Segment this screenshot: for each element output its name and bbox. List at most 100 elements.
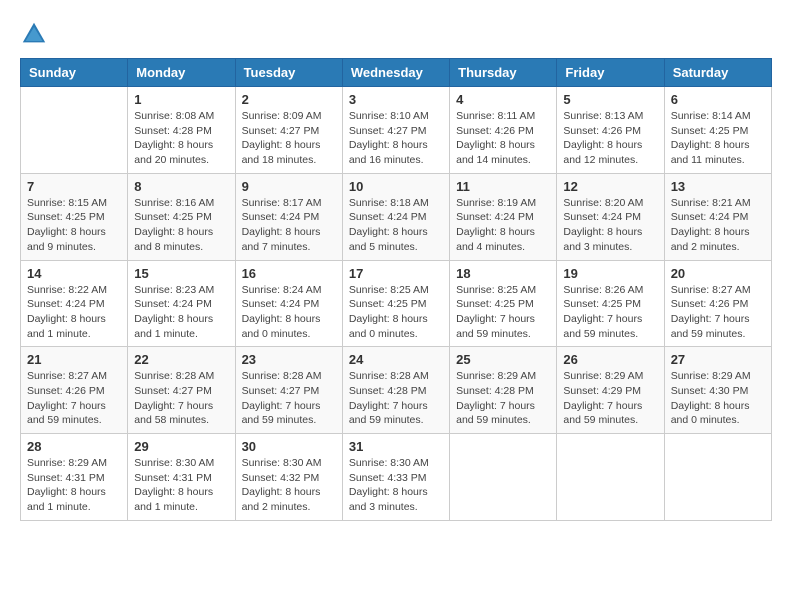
calendar-cell: 6 Sunrise: 8:14 AMSunset: 4:25 PMDaylight… bbox=[664, 87, 771, 174]
weekday-header: Monday bbox=[128, 59, 235, 87]
calendar-cell: 20 Sunrise: 8:27 AMSunset: 4:26 PMDayligh… bbox=[664, 260, 771, 347]
day-number: 28 bbox=[27, 439, 121, 454]
day-number: 14 bbox=[27, 266, 121, 281]
day-number: 5 bbox=[563, 92, 657, 107]
day-info: Sunrise: 8:21 AMSunset: 4:24 PMDaylight:… bbox=[671, 196, 765, 255]
day-number: 7 bbox=[27, 179, 121, 194]
calendar-table: SundayMondayTuesdayWednesdayThursdayFrid… bbox=[20, 58, 772, 521]
day-number: 10 bbox=[349, 179, 443, 194]
day-info: Sunrise: 8:29 AMSunset: 4:30 PMDaylight:… bbox=[671, 369, 765, 428]
calendar-cell: 27 Sunrise: 8:29 AMSunset: 4:30 PMDayligh… bbox=[664, 347, 771, 434]
day-info: Sunrise: 8:17 AMSunset: 4:24 PMDaylight:… bbox=[242, 196, 336, 255]
day-info: Sunrise: 8:24 AMSunset: 4:24 PMDaylight:… bbox=[242, 283, 336, 342]
calendar-cell: 11 Sunrise: 8:19 AMSunset: 4:24 PMDayligh… bbox=[450, 173, 557, 260]
day-number: 11 bbox=[456, 179, 550, 194]
day-number: 24 bbox=[349, 352, 443, 367]
calendar-cell: 25Sunrise: 8:29 AMSunset: 4:28 PMDayligh… bbox=[450, 347, 557, 434]
page-header bbox=[20, 20, 772, 48]
weekday-header: Thursday bbox=[450, 59, 557, 87]
day-number: 20 bbox=[671, 266, 765, 281]
day-info: Sunrise: 8:20 AMSunset: 4:24 PMDaylight:… bbox=[563, 196, 657, 255]
calendar-cell: 22 Sunrise: 8:28 AMSunset: 4:27 PMDayligh… bbox=[128, 347, 235, 434]
day-info: Sunrise: 8:30 AMSunset: 4:32 PMDaylight:… bbox=[242, 456, 336, 515]
calendar-week-row: 14 Sunrise: 8:22 AMSunset: 4:24 PMDayligh… bbox=[21, 260, 772, 347]
calendar-cell: 16 Sunrise: 8:24 AMSunset: 4:24 PMDayligh… bbox=[235, 260, 342, 347]
day-info: Sunrise: 8:28 AMSunset: 4:27 PMDaylight:… bbox=[242, 369, 336, 428]
weekday-header: Wednesday bbox=[342, 59, 449, 87]
day-number: 6 bbox=[671, 92, 765, 107]
weekday-header: Tuesday bbox=[235, 59, 342, 87]
day-number: 21 bbox=[27, 352, 121, 367]
day-info: Sunrise: 8:25 AMSunset: 4:25 PMDaylight:… bbox=[456, 283, 550, 342]
day-number: 9 bbox=[242, 179, 336, 194]
logo-icon bbox=[20, 20, 48, 48]
day-info: Sunrise: 8:27 AMSunset: 4:26 PMDaylight:… bbox=[27, 369, 121, 428]
calendar-cell: 9 Sunrise: 8:17 AMSunset: 4:24 PMDaylight… bbox=[235, 173, 342, 260]
day-info: Sunrise: 8:16 AMSunset: 4:25 PMDaylight:… bbox=[134, 196, 228, 255]
day-number: 16 bbox=[242, 266, 336, 281]
day-number: 17 bbox=[349, 266, 443, 281]
day-info: Sunrise: 8:28 AMSunset: 4:28 PMDaylight:… bbox=[349, 369, 443, 428]
day-info: Sunrise: 8:28 AMSunset: 4:27 PMDaylight:… bbox=[134, 369, 228, 428]
weekday-header: Sunday bbox=[21, 59, 128, 87]
day-number: 15 bbox=[134, 266, 228, 281]
calendar-cell: 28 Sunrise: 8:29 AMSunset: 4:31 PMDayligh… bbox=[21, 434, 128, 521]
calendar-cell: 8 Sunrise: 8:16 AMSunset: 4:25 PMDaylight… bbox=[128, 173, 235, 260]
day-number: 22 bbox=[134, 352, 228, 367]
calendar-cell: 23 Sunrise: 8:28 AMSunset: 4:27 PMDayligh… bbox=[235, 347, 342, 434]
calendar-cell: 12 Sunrise: 8:20 AMSunset: 4:24 PMDayligh… bbox=[557, 173, 664, 260]
day-number: 23 bbox=[242, 352, 336, 367]
day-info: Sunrise: 8:25 AMSunset: 4:25 PMDaylight:… bbox=[349, 283, 443, 342]
day-number: 1 bbox=[134, 92, 228, 107]
calendar-cell: 26Sunrise: 8:29 AMSunset: 4:29 PMDayligh… bbox=[557, 347, 664, 434]
calendar-cell: 19 Sunrise: 8:26 AMSunset: 4:25 PMDayligh… bbox=[557, 260, 664, 347]
day-number: 31 bbox=[349, 439, 443, 454]
day-info: Sunrise: 8:30 AMSunset: 4:33 PMDaylight:… bbox=[349, 456, 443, 515]
calendar-header-row: SundayMondayTuesdayWednesdayThursdayFrid… bbox=[21, 59, 772, 87]
calendar-cell bbox=[557, 434, 664, 521]
weekday-header: Saturday bbox=[664, 59, 771, 87]
day-info: Sunrise: 8:23 AMSunset: 4:24 PMDaylight:… bbox=[134, 283, 228, 342]
day-number: 18 bbox=[456, 266, 550, 281]
day-number: 8 bbox=[134, 179, 228, 194]
calendar-cell: 30 Sunrise: 8:30 AMSunset: 4:32 PMDayligh… bbox=[235, 434, 342, 521]
calendar-cell: 10Sunrise: 8:18 AMSunset: 4:24 PMDayligh… bbox=[342, 173, 449, 260]
day-number: 4 bbox=[456, 92, 550, 107]
day-info: Sunrise: 8:29 AMSunset: 4:31 PMDaylight:… bbox=[27, 456, 121, 515]
day-info: Sunrise: 8:09 AMSunset: 4:27 PMDaylight:… bbox=[242, 109, 336, 168]
calendar-cell: 7 Sunrise: 8:15 AMSunset: 4:25 PMDaylight… bbox=[21, 173, 128, 260]
day-number: 13 bbox=[671, 179, 765, 194]
day-number: 30 bbox=[242, 439, 336, 454]
calendar-cell: 24 Sunrise: 8:28 AMSunset: 4:28 PMDayligh… bbox=[342, 347, 449, 434]
day-info: Sunrise: 8:14 AMSunset: 4:25 PMDaylight:… bbox=[671, 109, 765, 168]
calendar-cell: 14 Sunrise: 8:22 AMSunset: 4:24 PMDayligh… bbox=[21, 260, 128, 347]
day-number: 2 bbox=[242, 92, 336, 107]
day-number: 25 bbox=[456, 352, 550, 367]
calendar-cell: 3Sunrise: 8:10 AMSunset: 4:27 PMDaylight… bbox=[342, 87, 449, 174]
calendar-cell: 1 Sunrise: 8:08 AMSunset: 4:28 PMDaylight… bbox=[128, 87, 235, 174]
calendar-cell: 13 Sunrise: 8:21 AMSunset: 4:24 PMDayligh… bbox=[664, 173, 771, 260]
day-info: Sunrise: 8:27 AMSunset: 4:26 PMDaylight:… bbox=[671, 283, 765, 342]
day-number: 29 bbox=[134, 439, 228, 454]
day-number: 12 bbox=[563, 179, 657, 194]
day-info: Sunrise: 8:15 AMSunset: 4:25 PMDaylight:… bbox=[27, 196, 121, 255]
day-number: 26 bbox=[563, 352, 657, 367]
day-info: Sunrise: 8:22 AMSunset: 4:24 PMDaylight:… bbox=[27, 283, 121, 342]
calendar-cell: 5Sunrise: 8:13 AMSunset: 4:26 PMDaylight… bbox=[557, 87, 664, 174]
day-info: Sunrise: 8:30 AMSunset: 4:31 PMDaylight:… bbox=[134, 456, 228, 515]
calendar-cell bbox=[21, 87, 128, 174]
calendar-cell bbox=[664, 434, 771, 521]
calendar-cell: 17 Sunrise: 8:25 AMSunset: 4:25 PMDayligh… bbox=[342, 260, 449, 347]
calendar-cell: 29 Sunrise: 8:30 AMSunset: 4:31 PMDayligh… bbox=[128, 434, 235, 521]
day-info: Sunrise: 8:26 AMSunset: 4:25 PMDaylight:… bbox=[563, 283, 657, 342]
day-number: 3 bbox=[349, 92, 443, 107]
day-info: Sunrise: 8:08 AMSunset: 4:28 PMDaylight:… bbox=[134, 109, 228, 168]
calendar-week-row: 21 Sunrise: 8:27 AMSunset: 4:26 PMDayligh… bbox=[21, 347, 772, 434]
calendar-week-row: 1 Sunrise: 8:08 AMSunset: 4:28 PMDaylight… bbox=[21, 87, 772, 174]
day-number: 27 bbox=[671, 352, 765, 367]
calendar-week-row: 7 Sunrise: 8:15 AMSunset: 4:25 PMDaylight… bbox=[21, 173, 772, 260]
day-number: 19 bbox=[563, 266, 657, 281]
calendar-cell: 4Sunrise: 8:11 AMSunset: 4:26 PMDaylight… bbox=[450, 87, 557, 174]
calendar-cell bbox=[450, 434, 557, 521]
day-info: Sunrise: 8:19 AMSunset: 4:24 PMDaylight:… bbox=[456, 196, 550, 255]
